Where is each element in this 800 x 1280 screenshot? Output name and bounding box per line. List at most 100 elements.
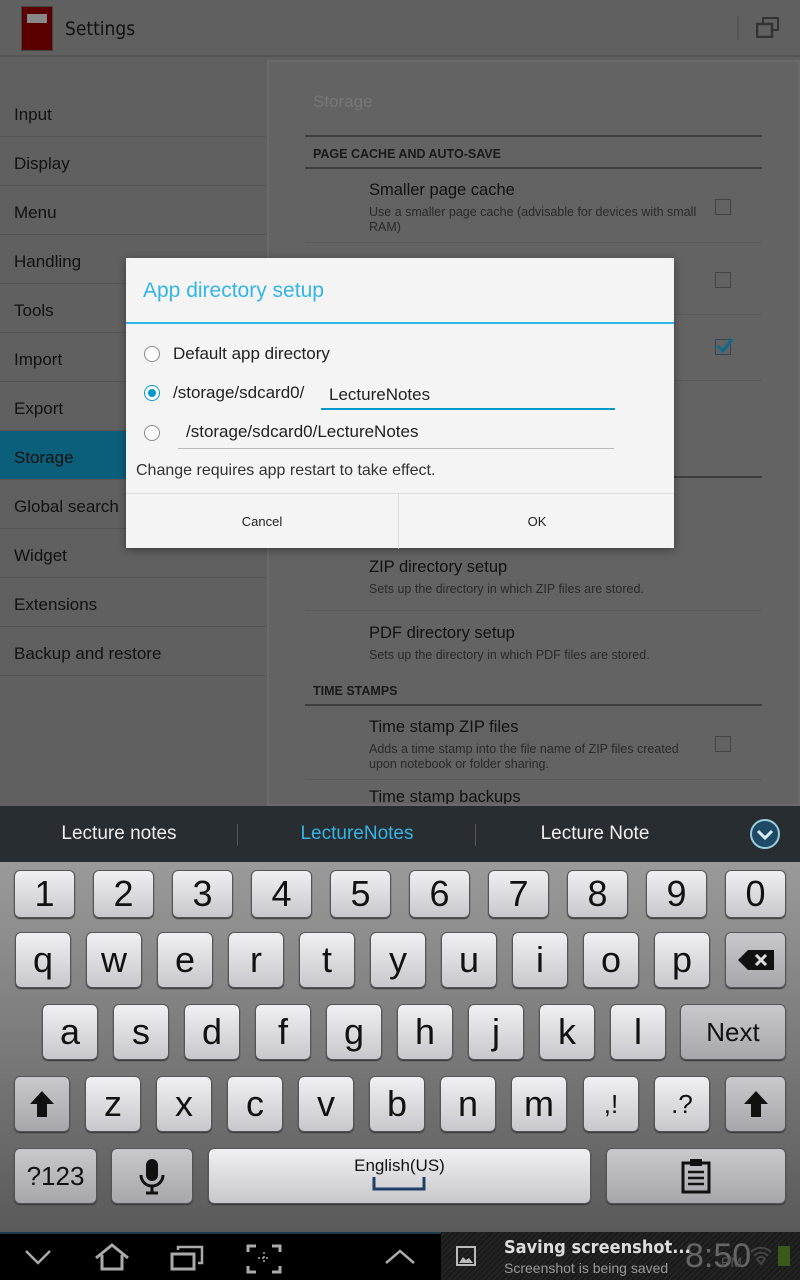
option-default-label[interactable]: Default app directory	[173, 344, 330, 364]
wifi-icon	[750, 1246, 772, 1266]
page-title: Settings	[65, 18, 136, 40]
pref-summary: Use a smaller page cache (advisable for …	[369, 205, 697, 234]
pref-time-stamp-zip[interactable]: Time stamp ZIP files Adds a time stamp i…	[305, 706, 762, 780]
notification-area[interactable]: 8:50 PM Saving screenshot... Screenshot …	[441, 1232, 800, 1280]
notebook-icon[interactable]	[21, 6, 53, 51]
key-v[interactable]: v	[298, 1076, 354, 1132]
shift-key-right[interactable]	[725, 1076, 786, 1132]
sidebar-item-display[interactable]: Display	[0, 137, 266, 186]
ok-button[interactable]: OK	[400, 494, 674, 549]
backspace-icon	[737, 950, 774, 970]
chevron-up-icon[interactable]	[384, 1248, 416, 1266]
key-f[interactable]: f	[255, 1004, 311, 1060]
suggestion-1[interactable]: Lecture notes	[0, 806, 238, 862]
sidebar-item-extensions[interactable]: Extensions	[0, 578, 266, 627]
key-5[interactable]: 5	[330, 870, 391, 918]
divider	[305, 135, 762, 137]
key-j[interactable]: j	[468, 1004, 524, 1060]
backspace-key[interactable]	[725, 932, 786, 988]
expand-suggestions-icon[interactable]	[749, 818, 781, 850]
pref-title: PDF directory setup	[369, 624, 515, 642]
clipboard-icon	[681, 1159, 711, 1194]
key-7[interactable]: 7	[488, 870, 549, 918]
checkbox[interactable]	[715, 199, 731, 215]
key-l[interactable]: l	[610, 1004, 666, 1060]
pref-title: ZIP directory setup	[369, 558, 508, 576]
space-key-label: English(US)	[354, 1156, 445, 1175]
key-w[interactable]: w	[86, 932, 142, 988]
directory-name-input[interactable]	[321, 382, 615, 410]
suggestion-3[interactable]: Lecture Note	[476, 806, 714, 862]
shift-key-left[interactable]	[14, 1076, 70, 1132]
checkbox[interactable]	[715, 736, 731, 752]
key-p[interactable]: p	[654, 932, 710, 988]
key-s[interactable]: s	[113, 1004, 169, 1060]
pref-time-stamp-backups[interactable]: Time stamp backups	[369, 788, 521, 804]
path-field[interactable]: /storage/sdcard0/LectureNotes	[178, 422, 614, 449]
option-custom-prefix: /storage/sdcard0/	[173, 383, 305, 402]
key-o[interactable]: o	[583, 932, 639, 988]
key-9[interactable]: 9	[646, 870, 707, 918]
pref-zip-directory[interactable]: ZIP directory setup Sets up the director…	[305, 544, 762, 611]
voice-input-key[interactable]	[111, 1148, 193, 1204]
period-key[interactable]: .?	[654, 1076, 710, 1132]
checkbox[interactable]	[715, 272, 731, 288]
key-u[interactable]: u	[441, 932, 497, 988]
screenshot-icon[interactable]	[246, 1244, 282, 1274]
key-e[interactable]: e	[157, 932, 213, 988]
home-icon[interactable]	[92, 1242, 132, 1272]
sidebar-item-menu[interactable]: Menu	[0, 186, 266, 235]
key-k[interactable]: k	[539, 1004, 595, 1060]
pref-pdf-directory[interactable]: PDF directory setup Sets up the director…	[305, 611, 762, 681]
key-1[interactable]: 1	[14, 870, 75, 918]
pref-title: Smaller page cache	[369, 181, 515, 199]
key-3[interactable]: 3	[172, 870, 233, 918]
pref-summary: Sets up the directory in which ZIP files…	[369, 582, 644, 596]
key-0[interactable]: 0	[725, 870, 786, 918]
key-r[interactable]: r	[228, 932, 284, 988]
window-icon[interactable]	[756, 16, 780, 38]
back-icon[interactable]	[24, 1248, 52, 1266]
key-d[interactable]: d	[184, 1004, 240, 1060]
app-directory-dialog: App directory setup Default app director…	[126, 258, 674, 549]
section-heading: Storage	[313, 92, 373, 111]
recent-apps-icon[interactable]	[170, 1244, 206, 1272]
cancel-button[interactable]: Cancel	[126, 494, 399, 549]
checkbox-checked[interactable]	[715, 338, 734, 355]
radio-custom[interactable]	[144, 385, 160, 401]
next-key[interactable]: Next	[680, 1004, 786, 1060]
key-6[interactable]: 6	[409, 870, 470, 918]
radio-default[interactable]	[144, 346, 160, 362]
sidebar-item-backup-and-restore[interactable]: Backup and restore	[0, 627, 266, 676]
key-2[interactable]: 2	[93, 870, 154, 918]
suggestion-2[interactable]: LectureNotes	[238, 806, 476, 862]
key-g[interactable]: g	[326, 1004, 382, 1060]
sidebar-item-input[interactable]: Input	[0, 88, 266, 137]
key-4[interactable]: 4	[251, 870, 312, 918]
key-h[interactable]: h	[397, 1004, 453, 1060]
key-x[interactable]: x	[156, 1076, 212, 1132]
pref-smaller-page-cache[interactable]: Smaller page cache Use a smaller page ca…	[305, 169, 762, 243]
key-z[interactable]: z	[85, 1076, 141, 1132]
comma-key[interactable]: ,!	[583, 1076, 639, 1132]
key-a[interactable]: a	[42, 1004, 98, 1060]
key-q[interactable]: q	[15, 932, 71, 988]
radio-path[interactable]	[144, 425, 160, 441]
keyboard: 1 2 3 4 5 6 7 8 9 0 q w e r t y u i o p a s d f g h j k l Next z x c v b n m…	[0, 862, 800, 1232]
shift-icon	[30, 1091, 54, 1117]
symbols-key[interactable]: ?123	[14, 1148, 97, 1204]
key-t[interactable]: t	[299, 932, 355, 988]
image-icon	[456, 1246, 476, 1266]
clipboard-key[interactable]	[606, 1148, 786, 1204]
space-key[interactable]: English(US)	[208, 1148, 591, 1204]
divider	[126, 322, 674, 324]
key-c[interactable]: c	[227, 1076, 283, 1132]
key-m[interactable]: m	[511, 1076, 567, 1132]
key-n[interactable]: n	[440, 1076, 496, 1132]
suggestion-bar: Lecture notes LectureNotes Lecture Note	[0, 806, 800, 862]
key-8[interactable]: 8	[567, 870, 628, 918]
divider	[737, 16, 739, 40]
key-y[interactable]: y	[370, 932, 426, 988]
key-i[interactable]: i	[512, 932, 568, 988]
key-b[interactable]: b	[369, 1076, 425, 1132]
